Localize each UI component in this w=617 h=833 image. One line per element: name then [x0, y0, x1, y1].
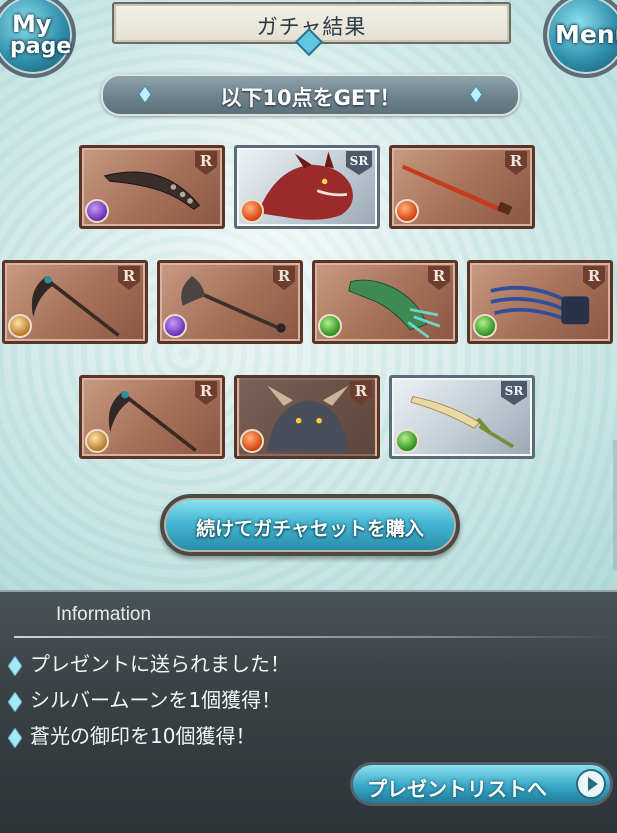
divider [14, 636, 614, 638]
fire-element-icon [240, 429, 264, 453]
gacha-card-6[interactable]: R [312, 260, 458, 344]
gacha-card-2[interactable]: SR [234, 145, 380, 229]
scrollbar[interactable] [613, 440, 617, 570]
continue-purchase-label: 続けてガチャセットを購入 [196, 518, 424, 540]
gacha-card-10[interactable]: SR [389, 375, 535, 459]
earth-element-icon [85, 429, 109, 453]
fire-element-icon [395, 199, 419, 223]
diamond-icon [7, 690, 23, 713]
result-banner-text: 以下10点をGET！ [220, 86, 401, 110]
page-title: ガチャ結果 [256, 15, 367, 39]
wind-element-icon [473, 314, 497, 338]
earth-element-icon [8, 314, 32, 338]
gacha-card-8[interactable]: R [79, 375, 225, 459]
arrow-right-icon [576, 769, 606, 799]
info-message-text: 蒼光の御印を10個獲得！ [30, 724, 256, 748]
continue-purchase-button[interactable]: 続けてガチャセットを購入 [160, 494, 460, 556]
diamond-icon [470, 86, 482, 103]
info-message-text: プレゼントに送られました！ [30, 652, 290, 676]
present-list-label: プレゼントリストへ [367, 777, 547, 801]
gacha-card-5[interactable]: R [157, 260, 303, 344]
dark-element-icon [163, 314, 187, 338]
info-message: 蒼光の御印を10個獲得！ [7, 720, 256, 749]
gacha-card-4[interactable]: R [2, 260, 148, 344]
header: My page ガチャ結果 Menu [0, 0, 617, 78]
gacha-card-7[interactable]: R [467, 260, 613, 344]
diamond-icon [7, 654, 23, 677]
information-title: Information [56, 604, 152, 625]
diamond-icon [7, 726, 23, 749]
info-message: シルバームーンを1個獲得！ [7, 684, 282, 713]
present-list-button[interactable]: プレゼントリストへ [350, 762, 613, 806]
gacha-card-1[interactable]: R [79, 145, 225, 229]
gacha-card-9[interactable]: R [234, 375, 380, 459]
gacha-card-3[interactable]: R [389, 145, 535, 229]
title-plate: ガチャ結果 [112, 2, 511, 44]
info-message: プレゼントに送られました！ [7, 648, 290, 677]
wind-element-icon [395, 429, 419, 453]
fire-element-icon [240, 199, 264, 223]
result-banner: 以下10点をGET！ [101, 74, 520, 116]
info-message-text: シルバームーンを1個獲得！ [30, 688, 282, 712]
information-panel: Information プレゼントに送られました！ シルバームーンを1個獲得！ … [0, 590, 617, 833]
wind-element-icon [318, 314, 342, 338]
mypage-label-line2: page [10, 34, 72, 59]
dark-element-icon [85, 199, 109, 223]
menu-label: Menu [555, 20, 617, 49]
